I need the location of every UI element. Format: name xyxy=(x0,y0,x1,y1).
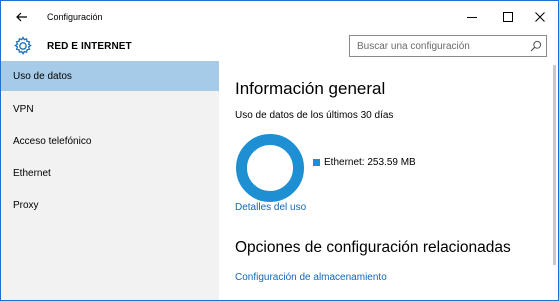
window-title: Configuración xyxy=(47,12,103,22)
related-settings-heading: Opciones de configuración relacionadas xyxy=(235,239,511,256)
sidebar-item-vpn[interactable]: VPN xyxy=(1,94,219,124)
sidebar-item-uso-de-datos[interactable]: Uso de datos xyxy=(1,61,219,91)
sidebar-item-label: Acceso telefónico xyxy=(13,135,92,147)
search-placeholder: Buscar una configuración xyxy=(357,41,470,52)
sidebar: Uso de datos VPN Acceso telefónico Ether… xyxy=(1,61,219,300)
sidebar-item-label: VPN xyxy=(13,103,34,115)
usage-donut-chart xyxy=(236,134,304,202)
gear-icon xyxy=(14,36,32,55)
usage-donut-ring xyxy=(236,134,304,202)
settings-window: Configuración RED E INTERNET Buscar una … xyxy=(0,0,559,301)
main-content: Información general Uso de datos de los … xyxy=(220,61,558,300)
minimize-button[interactable] xyxy=(457,5,487,29)
sidebar-item-ethernet[interactable]: Ethernet xyxy=(1,158,219,188)
title-bar: Configuración xyxy=(1,1,558,32)
maximize-icon xyxy=(503,12,513,22)
search-input[interactable]: Buscar una configuración xyxy=(349,35,547,57)
page-title: Información general xyxy=(235,79,386,98)
close-button[interactable] xyxy=(525,5,555,29)
usage-details-link[interactable]: Detalles del uso xyxy=(235,202,306,213)
page-header: RED E INTERNET Buscar una configuración xyxy=(1,32,558,61)
search-icon[interactable] xyxy=(530,40,542,52)
storage-settings-link[interactable]: Configuración de almacenamiento xyxy=(235,272,387,283)
sidebar-item-proxy[interactable]: Proxy xyxy=(1,190,219,220)
legend-swatch xyxy=(313,159,320,166)
minimize-icon xyxy=(467,17,477,18)
legend-label: Ethernet: 253.59 MB xyxy=(324,157,416,168)
sidebar-item-acceso-telefonico[interactable]: Acceso telefónico xyxy=(1,126,219,156)
back-arrow-icon xyxy=(16,12,27,22)
sidebar-item-label: Uso de datos xyxy=(13,70,72,82)
section-title: RED E INTERNET xyxy=(47,41,132,52)
usage-caption: Uso de datos de los últimos 30 días xyxy=(235,110,394,121)
sidebar-item-label: Ethernet xyxy=(13,167,51,179)
back-button[interactable] xyxy=(11,7,33,27)
close-icon xyxy=(535,12,545,22)
maximize-button[interactable] xyxy=(493,5,523,29)
usage-legend: Ethernet: 253.59 MB xyxy=(313,157,416,168)
sidebar-item-label: Proxy xyxy=(13,199,39,211)
scrollbar[interactable] xyxy=(553,65,556,265)
